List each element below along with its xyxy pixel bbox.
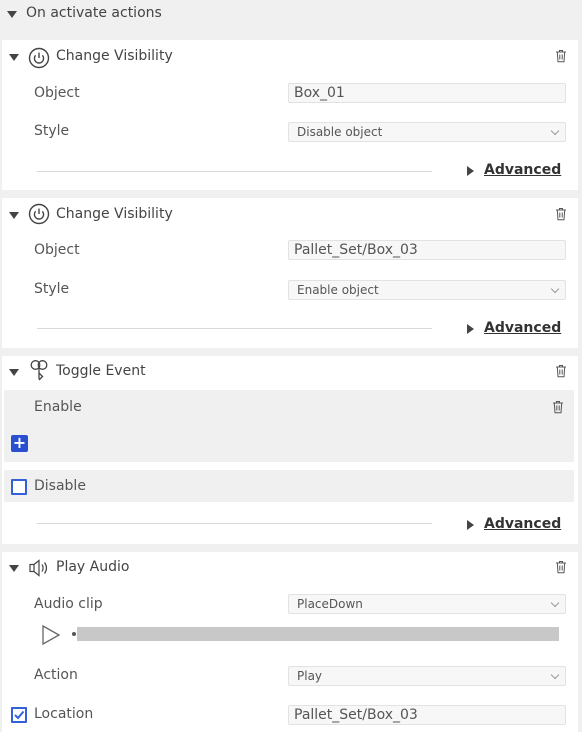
advanced-expand-icon[interactable] xyxy=(467,324,474,334)
add-button[interactable]: + xyxy=(11,435,28,452)
card-title: Change Visibility xyxy=(56,206,173,222)
delete-icon[interactable] xyxy=(555,364,567,378)
audio-clip-select[interactable]: PlaceDown xyxy=(288,594,566,614)
card-collapse-arrow-icon[interactable] xyxy=(9,565,19,572)
card-title: Play Audio xyxy=(56,559,130,575)
chevron-down-icon xyxy=(550,670,560,680)
advanced-expand-icon[interactable] xyxy=(467,520,474,530)
power-icon xyxy=(28,47,50,69)
audio-progress-bar[interactable] xyxy=(77,627,559,641)
divider xyxy=(37,523,432,524)
style-select-value: Enable object xyxy=(297,283,379,297)
chevron-down-icon xyxy=(550,284,560,294)
action-label: Action xyxy=(34,667,78,683)
card-collapse-arrow-icon[interactable] xyxy=(9,54,19,61)
section-title: On activate actions xyxy=(26,5,162,21)
location-field[interactable]: Pallet_Set/Box_03 xyxy=(288,705,566,725)
location-label: Location xyxy=(34,706,94,722)
toggle-event-card: Toggle Event Enable + Disable Advanced xyxy=(2,356,578,544)
checkmark-icon xyxy=(14,710,25,720)
action-value: Play xyxy=(297,669,323,683)
toggle-event-icon xyxy=(30,360,48,381)
play-audio-card: Play Audio Audio clip PlaceDown Action P… xyxy=(2,552,578,732)
speaker-icon xyxy=(29,559,48,577)
card-collapse-arrow-icon[interactable] xyxy=(9,212,19,219)
disable-panel: Disable xyxy=(4,470,574,502)
action-select[interactable]: Play xyxy=(288,666,566,686)
section-collapse-arrow-icon[interactable] xyxy=(7,11,17,18)
location-checkbox[interactable] xyxy=(11,707,27,723)
audio-clip-value: PlaceDown xyxy=(297,597,363,611)
disable-checkbox[interactable] xyxy=(11,479,27,495)
chevron-down-icon xyxy=(550,598,560,608)
advanced-toggle[interactable]: Advanced xyxy=(484,320,561,336)
power-icon xyxy=(28,203,50,225)
style-label: Style xyxy=(34,281,70,297)
delete-icon[interactable] xyxy=(555,49,567,63)
style-label: Style xyxy=(34,123,70,139)
style-select[interactable]: Enable object xyxy=(288,280,566,300)
delete-icon[interactable] xyxy=(555,560,567,574)
chevron-down-icon xyxy=(550,126,560,136)
play-icon[interactable] xyxy=(40,624,62,646)
divider xyxy=(37,328,432,329)
enable-label: Enable xyxy=(34,399,82,415)
enable-panel: Enable + xyxy=(4,390,574,462)
audio-clip-label: Audio clip xyxy=(34,596,103,612)
advanced-toggle[interactable]: Advanced xyxy=(484,516,561,532)
change-visibility-card-1: Change Visibility Object Box_01 Style Di… xyxy=(2,40,578,190)
add-icon: + xyxy=(12,433,27,452)
card-title: Toggle Event xyxy=(56,363,146,379)
advanced-toggle[interactable]: Advanced xyxy=(484,162,561,178)
object-field[interactable]: Box_01 xyxy=(288,83,566,103)
change-visibility-card-2: Change Visibility Object Pallet_Set/Box_… xyxy=(2,198,578,348)
object-label: Object xyxy=(34,85,80,101)
object-field[interactable]: Pallet_Set/Box_03 xyxy=(288,240,566,260)
card-collapse-arrow-icon[interactable] xyxy=(9,369,19,376)
card-title: Change Visibility xyxy=(56,48,173,64)
divider xyxy=(37,171,432,172)
style-select[interactable]: Disable object xyxy=(288,122,566,142)
delete-icon[interactable] xyxy=(552,400,564,414)
delete-icon[interactable] xyxy=(555,207,567,221)
object-label: Object xyxy=(34,242,80,258)
disable-label: Disable xyxy=(34,478,86,494)
audio-progress-knob[interactable] xyxy=(72,632,76,636)
style-select-value: Disable object xyxy=(297,125,383,139)
advanced-expand-icon[interactable] xyxy=(467,166,474,176)
